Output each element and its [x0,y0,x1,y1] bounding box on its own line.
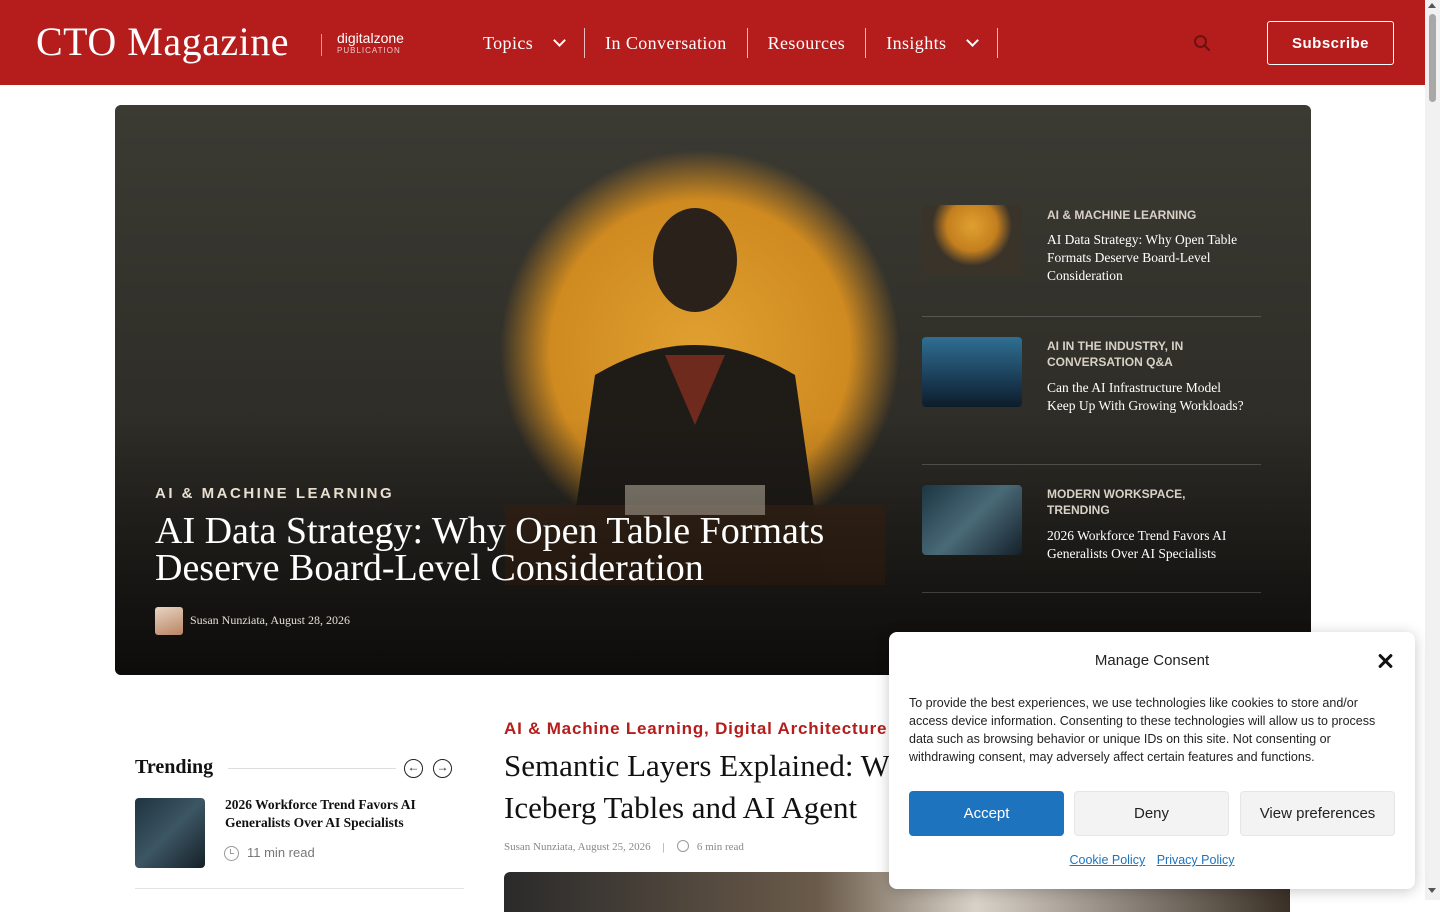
logo-divider [321,34,322,56]
nav-item-label: In Conversation [605,32,727,53]
main-nav: Topics In Conversation Resources Insight… [463,28,999,58]
article-title-line[interactable]: Semantic Layers Explained: W [504,745,904,787]
clock-icon [224,846,239,861]
page-scrollbar[interactable] [1425,0,1440,900]
trending-read-time: 11 min read [247,845,315,860]
side-item-title[interactable]: Can the AI Infrastructure Model Keep Up … [1047,379,1247,415]
consent-body: To provide the best experiences, we use … [909,696,1376,764]
article-categories[interactable]: AI & Machine Learning, Digital Architect… [504,719,887,739]
side-list-item[interactable]: AI IN THE INDUSTRY, IN CONVERSATION Q&A … [922,317,1261,465]
article-thumbnail[interactable] [922,337,1022,407]
trending-item-title[interactable]: 2026 Workforce Trend Favors AI Generalis… [225,796,455,832]
deny-button[interactable]: Deny [1074,791,1229,836]
nav-item-label: Topics [483,32,534,53]
cookie-policy-link[interactable]: Cookie Policy [1069,853,1145,867]
nav-item-label: Resources [767,32,846,53]
hero-category[interactable]: AI & MACHINE LEARNING [155,485,394,502]
hero-side-list: AI & MACHINE LEARNING AI Data Strategy: … [922,205,1261,593]
article-thumbnail[interactable] [922,205,1022,275]
trending-divider [135,888,464,889]
article-meta: Susan Nunziata, August 25, 2026 | 6 min re… [504,840,744,853]
nav-item-label: Insights [886,32,947,53]
subscribe-button[interactable]: Subscribe [1267,21,1394,65]
clock-icon [676,840,689,852]
publisher-name: digitalzone [337,30,404,46]
side-item-title[interactable]: 2026 Workforce Trend Favors AI Generalis… [1047,527,1247,563]
hero-feature[interactable]: AI & MACHINE LEARNING AI Data Strategy: … [115,105,1311,675]
consent-links: Cookie Policy Privacy Policy [889,853,1415,867]
scroll-down-icon[interactable] [1428,888,1436,893]
search-icon[interactable] [1193,34,1211,52]
side-item-category[interactable]: MODERN WORKSPACE, TRENDING [1047,486,1247,518]
hero-byline: Susan Nunziata, August 28, 2026 [190,613,350,627]
side-item-category[interactable]: AI & MACHINE LEARNING [1047,207,1247,223]
article-read-time: 6 min read [696,841,744,853]
side-list-item[interactable]: AI & MACHINE LEARNING AI Data Strategy: … [922,205,1261,317]
article-byline: Susan Nunziata, August 25, 2026 [504,841,651,853]
side-list-item[interactable]: MODERN WORKSPACE, TRENDING 2026 Workforc… [922,465,1261,593]
accept-button[interactable]: Accept [909,791,1064,836]
close-icon[interactable] [1375,651,1395,671]
hero-title[interactable]: AI Data Strategy: Why Open Table Formats… [155,512,915,587]
scroll-up-icon[interactable] [1428,3,1436,8]
trending-thumbnail[interactable] [135,798,205,868]
arrow-right-icon[interactable]: → [433,759,452,778]
scrollbar-thumb[interactable] [1429,14,1436,102]
consent-dialog: Manage Consent To provide the best exper… [889,632,1415,889]
consent-title: Manage Consent [1094,652,1210,669]
nav-item-resources[interactable]: Resources [748,28,867,58]
nav-item-in-conversation[interactable]: In Conversation [585,28,748,58]
view-preferences-button[interactable]: View preferences [1240,791,1395,836]
site-logo[interactable]: CTO Magazine [36,18,289,65]
article-title-line[interactable]: Iceberg Tables and AI Agent [504,787,904,829]
arrow-left-icon[interactable]: ← [404,759,423,778]
side-item-title[interactable]: AI Data Strategy: Why Open Table Formats… [1047,231,1247,285]
trending-heading: Trending [135,756,214,778]
trending-divider [228,768,396,769]
nav-item-topics[interactable]: Topics [463,28,586,58]
chevron-down-icon[interactable] [553,34,567,47]
author-avatar [155,607,183,635]
site-header: CTO Magazine digitalzone PUBLICATION Top… [0,0,1425,85]
chevron-down-icon[interactable] [966,34,980,47]
nav-item-insights[interactable]: Insights [866,28,999,58]
side-item-category[interactable]: AI IN THE INDUSTRY, IN CONVERSATION Q&A [1047,338,1247,370]
article-title[interactable]: Semantic Layers Explained: W Iceberg Tab… [504,745,904,829]
privacy-policy-link[interactable]: Privacy Policy [1157,853,1235,867]
publisher-tag: PUBLICATION [337,46,401,55]
article-thumbnail[interactable] [922,485,1022,555]
meta-separator: | [662,841,665,853]
